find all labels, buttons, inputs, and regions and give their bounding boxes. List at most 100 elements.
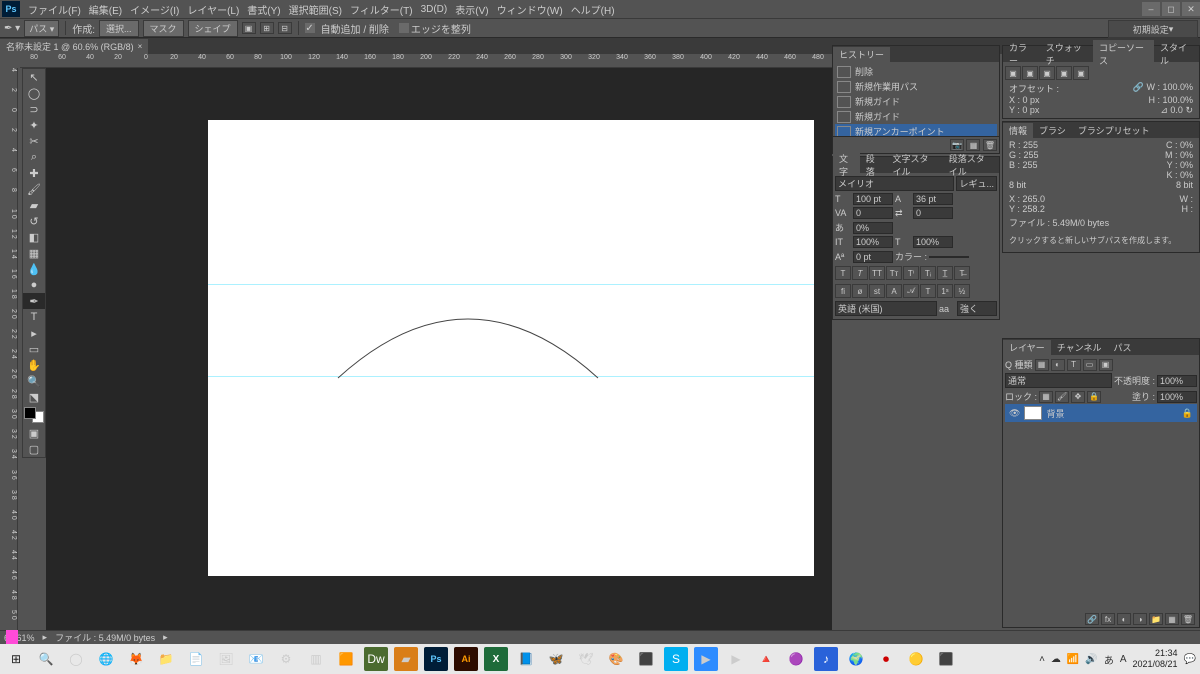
angle-field[interactable]: 0.0 <box>1170 105 1183 115</box>
notifications-icon[interactable]: 💬 <box>1184 654 1196 665</box>
menu-file[interactable]: ファイル(F) <box>24 2 85 17</box>
ot-6[interactable]: T <box>920 284 936 298</box>
crop-tool[interactable]: ✂ <box>23 133 45 149</box>
menu-type[interactable]: 書式(Y) <box>243 2 284 17</box>
gimp-icon[interactable]: 🎨 <box>604 647 628 671</box>
taskview-icon[interactable]: ▥ <box>304 647 328 671</box>
fx-icon[interactable]: fx <box>1101 613 1115 625</box>
thunderbird-icon[interactable]: 🕊 <box>574 647 598 671</box>
stamp-tool[interactable]: ▰ <box>23 197 45 213</box>
pen-tool-icon[interactable]: ✒ ▾ <box>4 23 20 34</box>
settings-icon[interactable]: ⚙ <box>274 647 298 671</box>
aa-dropdown[interactable]: 強く <box>957 301 997 316</box>
skype-icon[interactable]: S <box>664 647 688 671</box>
tracking-field[interactable]: 0 <box>913 207 953 219</box>
font-style-dropdown[interactable]: レギュ... <box>956 176 997 191</box>
trash-icon[interactable]: 🗑 <box>983 139 997 151</box>
blur-tool[interactable]: 💧 <box>23 261 45 277</box>
sublime-icon[interactable]: ▰ <box>394 647 418 671</box>
ot-2[interactable]: ø <box>852 284 868 298</box>
copy-source-tab[interactable]: コピーソース <box>1093 40 1154 68</box>
mask-button[interactable]: マスク <box>143 20 184 37</box>
terminal-icon[interactable]: ⬛ <box>934 647 958 671</box>
scale-v-field[interactable]: 100% <box>853 236 893 248</box>
leading-field[interactable]: 36 pt <box>913 193 953 205</box>
app3-icon[interactable]: 🟣 <box>784 647 808 671</box>
move-tool[interactable]: ↖ <box>23 69 45 85</box>
filter-smart-icon[interactable]: ▣ <box>1099 359 1113 371</box>
smallcaps-button[interactable]: Tᴛ <box>886 266 902 280</box>
close-tab-icon[interactable]: × <box>138 42 143 51</box>
dodge-tool[interactable]: ● <box>23 277 45 293</box>
layer-opacity-field[interactable]: 100% <box>1157 375 1197 387</box>
minimize-icon[interactable]: – <box>1142 2 1160 16</box>
edge-align-checkbox[interactable] <box>399 23 409 33</box>
paths-tab[interactable]: パス <box>1107 340 1137 355</box>
kerning-field[interactable]: 0 <box>853 207 893 219</box>
swatches-tab[interactable]: スウォッチ <box>1040 40 1093 68</box>
record-icon[interactable]: ⏺ <box>874 647 898 671</box>
lock-pos-icon[interactable]: ✥ <box>1071 391 1085 403</box>
app2-icon[interactable]: 📘 <box>514 647 538 671</box>
snapshot-icon[interactable]: 📷 <box>950 139 964 151</box>
italic-button[interactable]: T <box>852 266 868 280</box>
fill-field[interactable]: 100% <box>1157 391 1197 403</box>
wand-tool[interactable]: ✦ <box>23 117 45 133</box>
ot-8[interactable]: ½ <box>954 284 970 298</box>
excel-icon[interactable]: X <box>484 647 508 671</box>
tray-wifi-icon[interactable]: 📶 <box>1067 654 1079 665</box>
x-field[interactable]: 0 px <box>1023 95 1040 105</box>
canvas-area[interactable] <box>46 68 832 630</box>
auto-add-checkbox[interactable]: ✓ <box>305 23 315 33</box>
history-tab[interactable]: ヒストリー <box>833 47 890 62</box>
app4-icon[interactable]: 🟡 <box>904 647 928 671</box>
shape-button[interactable]: シェイプ <box>188 20 238 37</box>
layer-name[interactable]: 背景 <box>1046 407 1064 420</box>
menu-edit[interactable]: 編集(E) <box>85 2 126 17</box>
menu-window[interactable]: ウィンドウ(W) <box>493 2 567 17</box>
para-tab[interactable]: 段落 <box>860 151 887 179</box>
tray-ime-icon[interactable]: あ <box>1104 652 1114 667</box>
lock-all-icon[interactable]: 🔒 <box>1087 391 1101 403</box>
baseline-field[interactable]: 0 pt <box>853 251 893 263</box>
explorer-icon[interactable]: 📁 <box>154 647 178 671</box>
font-dropdown[interactable]: メイリオ <box>835 176 954 191</box>
outlook-icon[interactable]: 📧 <box>244 647 268 671</box>
brush-tab[interactable]: ブラシ <box>1033 123 1072 138</box>
marquee-tool[interactable]: ◯ <box>23 85 45 101</box>
trash-icon[interactable]: 🗑 <box>1181 613 1195 625</box>
notepad-icon[interactable]: 📄 <box>184 647 208 671</box>
align-icon[interactable]: ⊞ <box>260 22 274 34</box>
blend-mode-dropdown[interactable]: 通常 <box>1005 373 1112 388</box>
char-style-tab[interactable]: 文字スタイル <box>887 151 943 179</box>
adj-icon[interactable]: ◑ <box>1133 613 1147 625</box>
tray-a-icon[interactable]: A <box>1120 654 1127 665</box>
history-item[interactable]: 新規アンカーポイント <box>835 124 997 136</box>
type-tool[interactable]: T <box>23 309 45 325</box>
menu-filter[interactable]: フィルター(T) <box>346 2 417 17</box>
reset-icon[interactable]: ↻ <box>1185 105 1193 115</box>
path-select-tool[interactable]: ▸ <box>23 325 45 341</box>
styles-tab[interactable]: スタイル <box>1154 40 1199 68</box>
layers-tab[interactable]: レイヤー <box>1003 340 1051 355</box>
filter-shape-icon[interactable]: ▭ <box>1083 359 1097 371</box>
maximize-icon[interactable]: ◻ <box>1162 2 1180 16</box>
illustrator-icon[interactable]: Ai <box>454 647 478 671</box>
underline-button[interactable]: T̲ <box>937 266 953 280</box>
tray-vol-icon[interactable]: 🔊 <box>1085 654 1097 665</box>
history-item[interactable]: 新規ガイド <box>835 109 997 124</box>
canvas[interactable] <box>208 120 814 576</box>
clock[interactable]: 21:34 2021/08/21 <box>1133 648 1178 670</box>
filter-type-icon[interactable]: T <box>1067 359 1081 371</box>
status-menu-icon[interactable]: ▸ <box>163 632 168 643</box>
gradient-tool[interactable]: ▦ <box>23 245 45 261</box>
history-brush-tool[interactable]: ↺ <box>23 213 45 229</box>
src4-icon[interactable]: ▣ <box>1056 66 1072 80</box>
lasso-tool[interactable]: ⊃ <box>23 101 45 117</box>
zoom-tool[interactable]: 🔍 <box>23 373 45 389</box>
photos-icon[interactable]: 🖼 <box>214 647 238 671</box>
group-icon[interactable]: 📁 <box>1149 613 1163 625</box>
ot-3[interactable]: st <box>869 284 885 298</box>
text-color-swatch[interactable] <box>929 256 969 258</box>
selection-button[interactable]: 選択... <box>99 20 139 37</box>
